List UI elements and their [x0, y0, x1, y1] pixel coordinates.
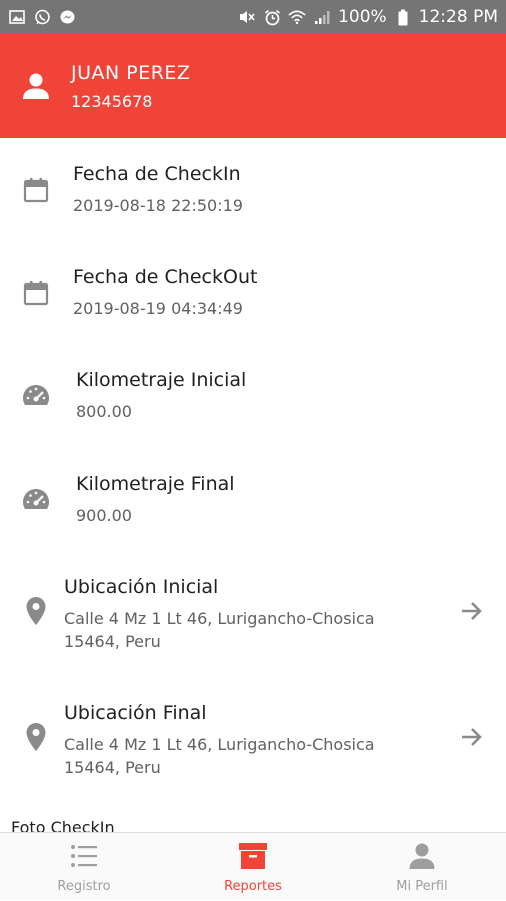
nav-label: Registro: [57, 879, 111, 894]
person-icon: [22, 72, 50, 100]
detail-title: Ubicación Inicial: [64, 576, 219, 598]
report-details[interactable]: Fecha de CheckIn 2019-08-18 22:50:19 Fec…: [0, 138, 506, 832]
detail-address-line-2: 15464, Peru: [64, 758, 161, 777]
calendar-icon: [21, 175, 51, 205]
whatsapp-icon: [33, 8, 51, 26]
archive-icon: [238, 841, 268, 871]
battery-icon: [394, 8, 412, 26]
status-bar-left: [8, 8, 76, 26]
nav-tab-registro[interactable]: Registro: [0, 833, 168, 901]
detail-title: Kilometraje Inicial: [76, 369, 247, 391]
clock: 12:28 PM: [418, 7, 498, 27]
nav-tab-mi-perfil[interactable]: Mi Perfil: [338, 833, 506, 901]
detail-value: 2019-08-19 04:34:49: [73, 299, 243, 318]
user-name: JUAN PEREZ: [71, 62, 191, 84]
nav-label: Mi Perfil: [396, 879, 448, 894]
status-bar-right: 100% 12:28 PM: [238, 7, 498, 27]
detail-title: Fecha de CheckOut: [73, 266, 258, 288]
speedometer-icon: [21, 381, 51, 411]
messenger-icon: [58, 8, 76, 26]
battery-percent: 100%: [338, 7, 387, 27]
mute-icon: [238, 8, 256, 26]
detail-address-line-1: Calle 4 Mz 1 Lt 46, Lurigancho-Chosica: [64, 609, 375, 628]
section-title-foto-checkin: Foto CheckIn: [11, 818, 115, 832]
detail-address-line-2: 15464, Peru: [64, 632, 161, 651]
detail-value: 2019-08-18 22:50:19: [73, 196, 243, 215]
arrow-right-icon[interactable]: [457, 596, 487, 626]
bottom-navigation: Registro Reportes Mi Perfil: [0, 832, 506, 900]
status-bar: 100% 12:28 PM: [0, 0, 506, 34]
signal-icon: [313, 8, 331, 26]
image-icon: [8, 8, 26, 26]
location-pin-icon: [21, 596, 51, 626]
detail-title: Ubicación Final: [64, 702, 207, 724]
calendar-icon: [21, 278, 51, 308]
nav-label: Reportes: [224, 879, 282, 894]
person-icon: [407, 841, 437, 871]
speedometer-icon: [21, 485, 51, 515]
user-id-number: 12345678: [71, 92, 153, 111]
detail-value: 900.00: [76, 506, 132, 525]
detail-title: Fecha de CheckIn: [73, 163, 241, 185]
location-pin-icon: [21, 722, 51, 752]
list-icon: [69, 841, 99, 871]
profile-header: JUAN PEREZ 12345678: [0, 34, 506, 138]
arrow-right-icon[interactable]: [457, 722, 487, 752]
nav-tab-reportes[interactable]: Reportes: [169, 833, 337, 901]
alarm-icon: [263, 8, 281, 26]
wifi-icon: [288, 8, 306, 26]
detail-title: Kilometraje Final: [76, 473, 235, 495]
detail-value: 800.00: [76, 402, 132, 421]
detail-address-line-1: Calle 4 Mz 1 Lt 46, Lurigancho-Chosica: [64, 735, 375, 754]
